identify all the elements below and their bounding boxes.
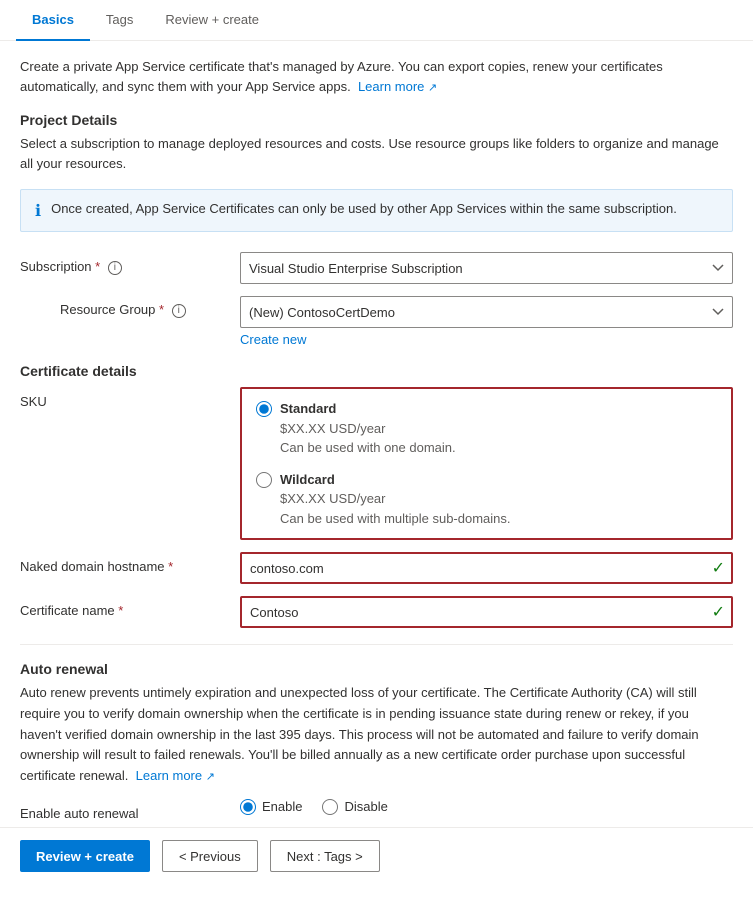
certificate-name-input[interactable] (240, 596, 733, 628)
page-description: Create a private App Service certificate… (20, 57, 733, 96)
resource-group-row: Resource Group * i (New) ContosoCertDemo… (20, 296, 733, 347)
disable-label: Disable (344, 799, 387, 814)
subscription-control: Visual Studio Enterprise Subscription (240, 252, 733, 284)
resource-group-control: (New) ContosoCertDemo Create new (240, 296, 733, 347)
sku-row: SKU Standard $XX.XX USD/year Can be used… (20, 387, 733, 540)
enable-auto-renewal-row: Enable auto renewal Enable Disable (20, 799, 733, 823)
subscription-label: Subscription * i (20, 252, 240, 276)
learn-more-link[interactable]: Learn more (358, 79, 424, 94)
disable-option[interactable]: Disable (322, 799, 387, 815)
create-new-link[interactable]: Create new (240, 332, 306, 347)
sku-wildcard-label: Wildcard $XX.XX USD/year Can be used wit… (280, 470, 511, 529)
naked-domain-check-icon: ✓ (712, 558, 725, 578)
info-icon: ℹ (35, 201, 41, 221)
resource-group-label: Resource Group * i (60, 296, 240, 318)
info-box: ℹ Once created, App Service Certificates… (20, 189, 733, 232)
enable-radio[interactable] (240, 799, 256, 815)
resource-group-dropdown[interactable]: (New) ContosoCertDemo (240, 296, 733, 328)
enable-auto-renewal-label: Enable auto renewal (20, 799, 240, 823)
sku-wildcard-option: Wildcard $XX.XX USD/year Can be used wit… (256, 470, 717, 529)
review-create-button[interactable]: Review + create (20, 840, 150, 872)
enable-label: Enable (262, 799, 302, 814)
sku-control: Standard $XX.XX USD/year Can be used wit… (240, 387, 733, 540)
subscription-info-tip[interactable]: i (108, 261, 122, 275)
naked-domain-input[interactable] (240, 552, 733, 584)
sku-standard-option: Standard $XX.XX USD/year Can be used wit… (256, 399, 717, 458)
auto-renewal-title: Auto renewal (20, 661, 733, 677)
tab-bar: Basics Tags Review + create (0, 0, 753, 41)
enable-auto-renewal-control: Enable Disable (240, 799, 733, 815)
sku-standard-radio[interactable] (256, 401, 272, 417)
naked-domain-row: Naked domain hostname * ✓ (20, 552, 733, 584)
tab-basics[interactable]: Basics (16, 0, 90, 41)
project-details-title: Project Details (20, 112, 733, 128)
tab-tags[interactable]: Tags (90, 0, 149, 41)
auto-renewal-learn-more-link[interactable]: Learn more (136, 768, 202, 783)
resource-group-info-tip[interactable]: i (172, 304, 186, 318)
project-details-description: Select a subscription to manage deployed… (20, 134, 733, 173)
sku-box: Standard $XX.XX USD/year Can be used wit… (240, 387, 733, 540)
certificate-name-label: Certificate name * (20, 596, 240, 620)
subscription-row: Subscription * i Visual Studio Enterpris… (20, 252, 733, 284)
certificate-name-check-icon: ✓ (712, 602, 725, 622)
tab-review-create[interactable]: Review + create (149, 0, 275, 41)
auto-renewal-options: Enable Disable (240, 799, 733, 815)
info-box-text: Once created, App Service Certificates c… (51, 200, 677, 218)
external-link-icon: ↗ (428, 82, 437, 94)
naked-domain-label: Naked domain hostname * (20, 552, 240, 576)
footer: Review + create < Previous Next : Tags > (0, 827, 753, 884)
subscription-required: * (95, 259, 100, 274)
sku-standard-label: Standard $XX.XX USD/year Can be used wit… (280, 399, 456, 458)
subscription-dropdown[interactable]: Visual Studio Enterprise Subscription (240, 252, 733, 284)
naked-domain-control: ✓ (240, 552, 733, 584)
naked-domain-required: * (168, 559, 173, 574)
next-button[interactable]: Next : Tags > (270, 840, 380, 872)
disable-radio[interactable] (322, 799, 338, 815)
previous-button[interactable]: < Previous (162, 840, 258, 872)
resource-group-required: * (159, 302, 164, 317)
auto-renewal-description: Auto renew prevents untimely expiration … (20, 683, 733, 787)
certificate-name-control: ✓ (240, 596, 733, 628)
certificate-details-title: Certificate details (20, 363, 733, 379)
certificate-name-required: * (118, 603, 123, 618)
enable-option[interactable]: Enable (240, 799, 302, 815)
divider (20, 644, 733, 645)
auto-renewal-external-icon: ↗ (206, 771, 215, 783)
sku-label: SKU (20, 387, 240, 411)
sku-wildcard-radio[interactable] (256, 472, 272, 488)
certificate-name-row: Certificate name * ✓ (20, 596, 733, 628)
